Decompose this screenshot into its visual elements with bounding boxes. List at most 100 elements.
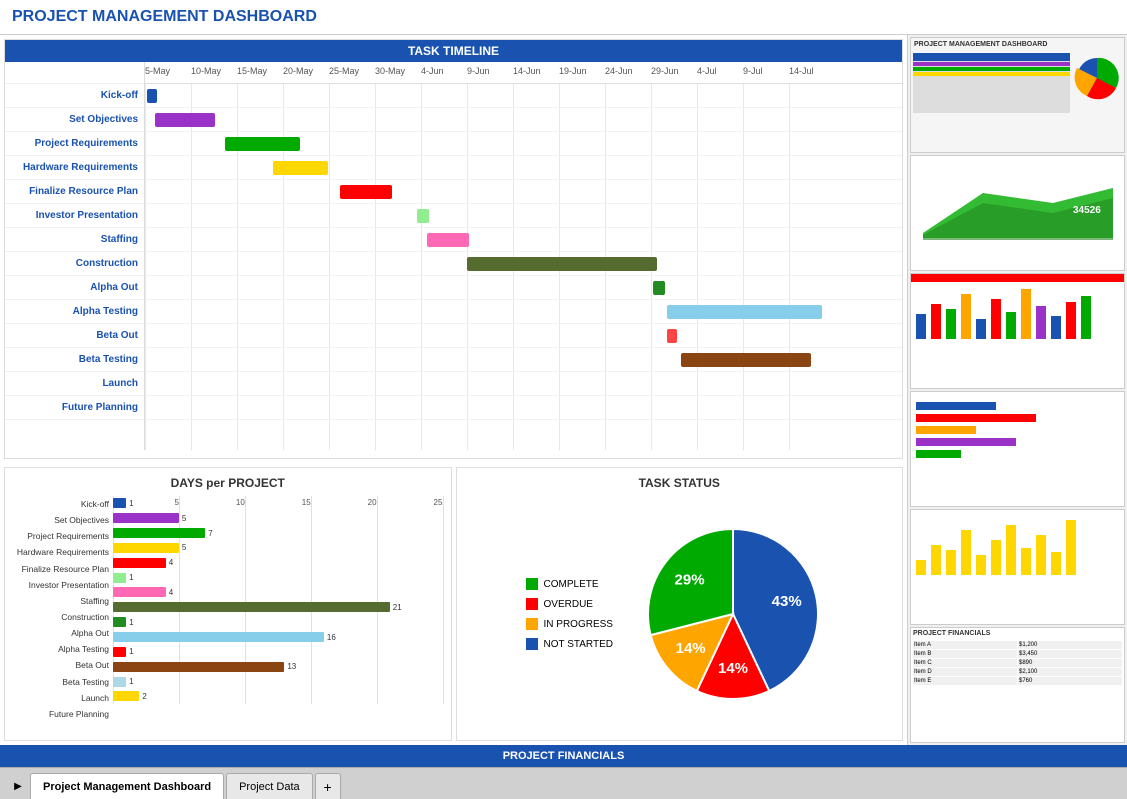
bar-labels: Kick-off Set Objectives Project Requirem… (13, 496, 113, 722)
date-14jul: 14-Jul (789, 66, 814, 76)
gantt-row-hardwarereq (145, 156, 902, 180)
bar-label-9: Alpha Testing (13, 644, 113, 654)
legend-complete: COMPLETE (526, 578, 613, 590)
tab-projectdata[interactable]: Project Data (226, 773, 313, 799)
gantt-body: Kick-off Set Objectives Project Requirem… (5, 62, 902, 450)
bar-val-1: 5 (182, 514, 186, 523)
bar-row-10: 1 (113, 644, 443, 659)
gantt-label-kickoff: Kick-off (5, 84, 144, 108)
gantt-date-header: 5-May 10-May 15-May 20-May 25-May 30-May… (145, 62, 902, 84)
bar-label-4: Finalize Resource Plan (13, 564, 113, 574)
gantt-row-staffing (145, 228, 902, 252)
bar-row-0: 1 (113, 496, 443, 511)
thumbnail-1: PROJECT MANAGEMENT DASHBOARD (910, 37, 1125, 153)
gantt-header: TASK TIMELINE (5, 40, 902, 62)
thumbnail-2: 34526 (910, 155, 1125, 271)
bar-row-8: 1 (113, 615, 443, 630)
gantt-row-investorpres (145, 204, 902, 228)
bar-fill-13 (113, 691, 139, 701)
bar-row-2: 7 (113, 526, 443, 541)
bar-fill-12 (113, 677, 126, 687)
bar-label-13: Future Planning (13, 709, 113, 719)
bar-fill-9 (113, 632, 324, 642)
bar-val-12: 1 (129, 677, 133, 686)
thumbnail-4 (910, 391, 1125, 507)
date-14jun: 14-Jun (513, 66, 541, 76)
gantt-label-staffing: Staffing (5, 228, 144, 252)
bar-fill-10 (113, 647, 126, 657)
bar-kickoff (147, 89, 157, 103)
bar-fill-8 (113, 617, 126, 627)
date-9jul: 9-Jul (743, 66, 763, 76)
tab-dashboard[interactable]: Project Management Dashboard (30, 773, 224, 799)
gantt-label-futureplanning: Future Planning (5, 396, 144, 420)
pie-label-2: 14% (676, 640, 706, 657)
gantt-row-launch (145, 372, 902, 396)
days-chart-title: DAYS per PROJECT (13, 476, 443, 490)
date-29jun: 29-Jun (651, 66, 679, 76)
bar-alphatesting (667, 305, 822, 319)
gantt-row-betatesting (145, 348, 902, 372)
bar-fill-1 (113, 513, 179, 523)
pie-label-1: 14% (718, 660, 748, 677)
bar-val-6: 4 (169, 588, 173, 597)
right-thumbnail-panel: PROJECT MANAGEMENT DASHBOARD (907, 35, 1127, 745)
pie-legend: COMPLETE OVERDUE IN PROGRESS (526, 578, 613, 650)
bar-label-5: Investor Presentation (13, 580, 113, 590)
bar-investorpres (417, 209, 429, 223)
days-per-project-chart: DAYS per PROJECT Kick-off Set Objectives… (4, 467, 452, 741)
thumbnail-5 (910, 509, 1125, 625)
left-panel: TASK TIMELINE Kick-off Set Objectives Pr… (0, 35, 907, 745)
bar-label-10: Beta Out (13, 660, 113, 670)
bar-row-9: 16 (113, 630, 443, 645)
gantt-row-finalizeresource (145, 180, 902, 204)
bar-fill-5 (113, 573, 126, 583)
gantt-label-projectreq: Project Requirements (5, 132, 144, 156)
legend-label-inprogress: IN PROGRESS (544, 619, 613, 630)
bar-fill-4 (113, 558, 166, 568)
gantt-label-setobjectives: Set Objectives (5, 108, 144, 132)
date-15may: 15-May (237, 66, 267, 76)
date-20may: 20-May (283, 66, 313, 76)
bar-alphaout (653, 281, 665, 295)
bar-chart-container: Kick-off Set Objectives Project Requirem… (13, 496, 443, 722)
gantt-labels: Kick-off Set Objectives Project Requirem… (5, 62, 145, 450)
date-19jun: 19-Jun (559, 66, 587, 76)
pie-svg: 43% 14% 14% 29% (633, 514, 833, 714)
pie-label-3: 29% (675, 571, 705, 588)
bar-val-3: 5 (182, 543, 186, 552)
gantt-row-construction (145, 252, 902, 276)
bar-row-11: 13 (113, 659, 443, 674)
gantt-label-construction: Construction (5, 252, 144, 276)
gantt-label-hardwarereq: Hardware Requirements (5, 156, 144, 180)
bar-setobjectives (155, 113, 215, 127)
bar-label-12: Launch (13, 693, 113, 703)
tab-dashboard-label: Project Management Dashboard (43, 781, 211, 793)
gantt-label-launch: Launch (5, 372, 144, 396)
pie-label-0: 43% (772, 593, 802, 610)
thumbnail-6: PROJECT FINANCIALS Item A $1,200 Item B … (910, 627, 1125, 743)
pie-wrapper: COMPLETE OVERDUE IN PROGRESS (465, 496, 895, 732)
gantt-label-betaout: Beta Out (5, 324, 144, 348)
date-25may: 25-May (329, 66, 359, 76)
gantt-row-projectreq (145, 132, 902, 156)
nav-arrow[interactable]: ▶ (8, 773, 28, 799)
bar-label-11: Beta Testing (13, 677, 113, 687)
legend-color-overdue (526, 598, 538, 610)
gantt-chart: TASK TIMELINE Kick-off Set Objectives Pr… (4, 39, 903, 459)
bar-label-8: Alpha Out (13, 628, 113, 638)
thumbnail-3 (910, 273, 1125, 389)
task-status-chart: TASK STATUS COMPLETE OVERDUE (456, 467, 904, 741)
bar-row-12: 1 (113, 674, 443, 689)
gantt-row-alphaout (145, 276, 902, 300)
gantt-row-futureplanning (145, 396, 902, 420)
bar-val-0: 1 (129, 499, 133, 508)
legend-label-notstarted: NOT STARTED (544, 639, 613, 650)
bar-projectreq (225, 137, 300, 151)
legend-notstarted: NOT STARTED (526, 638, 613, 650)
bar-val-2: 7 (208, 529, 212, 538)
bar-label-0: Kick-off (13, 499, 113, 509)
tab-add-button[interactable]: + (315, 773, 341, 799)
bar-fill-6 (113, 587, 166, 597)
gantt-grid (145, 84, 902, 450)
